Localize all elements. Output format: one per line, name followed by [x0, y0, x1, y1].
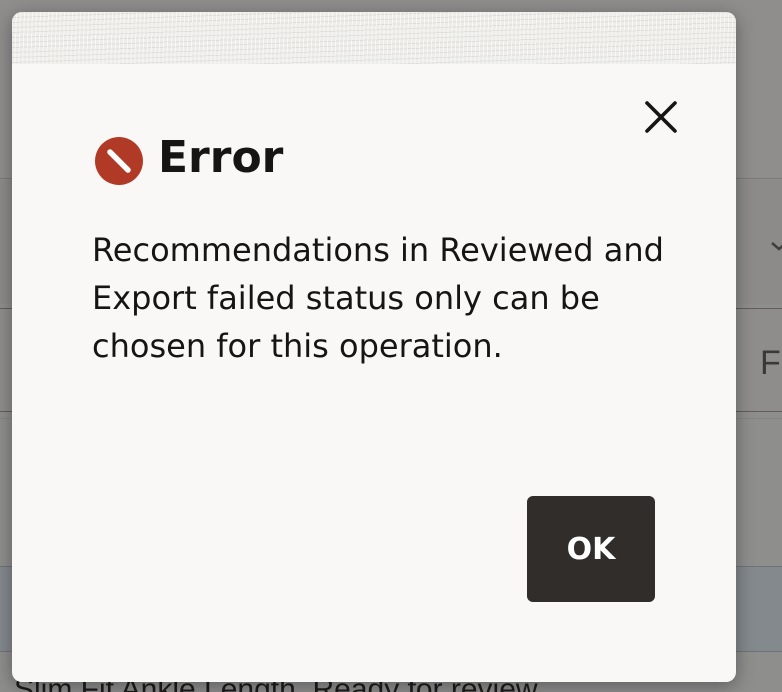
error-circle-icon: [94, 136, 144, 186]
dialog-title: Error: [158, 132, 284, 183]
error-dialog: Error Recommendations in Reviewed and Ex…: [12, 12, 736, 682]
ok-button[interactable]: OK: [527, 496, 655, 602]
dialog-message: Recommendations in Reviewed and Export f…: [92, 231, 664, 365]
close-button[interactable]: [640, 96, 682, 138]
chevron-down-icon: [770, 238, 782, 254]
dialog-header-texture: [12, 12, 736, 64]
close-icon: [645, 101, 677, 133]
background-field-text: F: [760, 344, 781, 382]
